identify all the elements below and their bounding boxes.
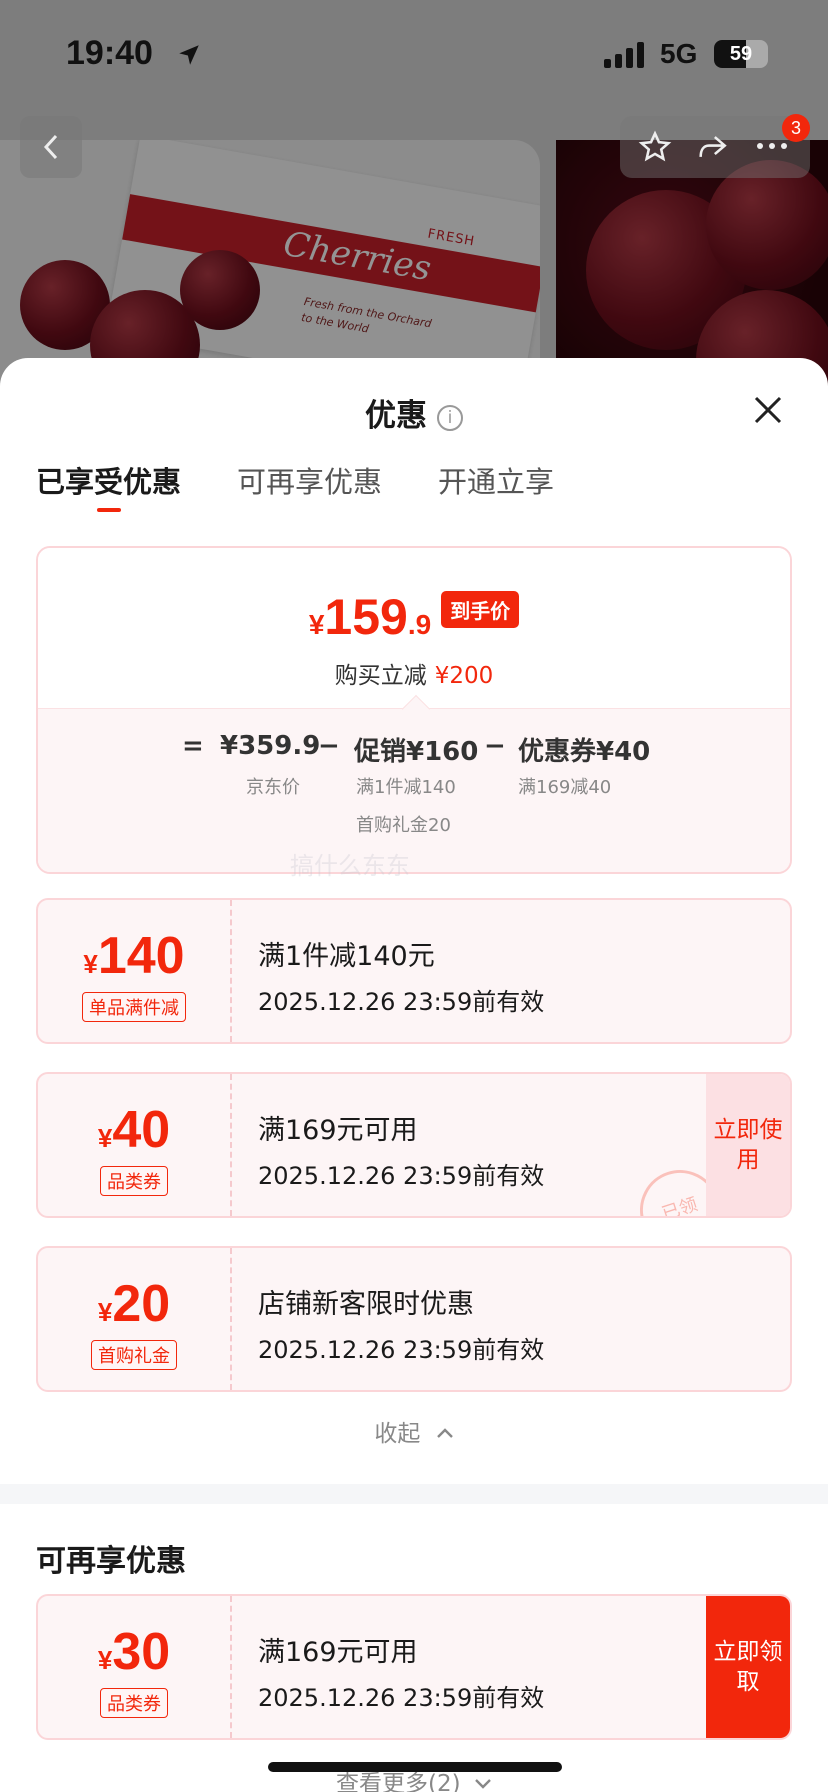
coupon-type-tag: 单品满件减 — [82, 992, 186, 1022]
location-arrow-icon — [179, 45, 199, 65]
coupon-validity: 2025.12.26 23:59前有效 — [258, 988, 545, 1016]
info-icon[interactable]: i — [437, 405, 463, 431]
reduce-amount: ¥200 — [434, 663, 494, 689]
close-icon[interactable] — [752, 394, 784, 426]
formula-minus: − — [484, 731, 506, 761]
final-price-int: 159 — [324, 589, 408, 645]
formula-promo-sub: 满1件减140 — [356, 777, 456, 798]
use-now-button[interactable]: 立即使用 — [706, 1074, 790, 1216]
coupon-condition: 满169元可用 — [258, 1115, 418, 1146]
formula-minus: − — [318, 731, 340, 761]
battery-level: 59 — [729, 43, 753, 65]
view-more-label: 查看更多(2) — [336, 1771, 461, 1792]
chevron-down-icon — [475, 1779, 491, 1789]
coupon-amount: ¥140 — [83, 927, 185, 985]
coupon-card[interactable]: ¥40 品类券 满169元可用 2025.12.26 23:59前有效 已领 立… — [36, 1072, 792, 1218]
final-price-dec: .9 — [407, 609, 432, 640]
battery-icon: 59 — [714, 40, 768, 68]
final-price: ¥159.9 到手价 — [38, 588, 790, 646]
coupon-type-tag: 首购礼金 — [91, 1340, 177, 1370]
discount-sheet: 优惠 i 已享受优惠 可再享优惠 开通立享 ¥159.9 到手价 购买立减 ¥200 … — [0, 358, 828, 1792]
formula-promo-sub: 首购礼金20 — [356, 815, 451, 836]
cart-badge: 3 — [782, 114, 810, 142]
collapse-toggle[interactable]: 收起 — [0, 1414, 828, 1448]
claim-now-button[interactable]: 立即领取 — [706, 1596, 790, 1738]
coupon-type-tag: 品类券 — [100, 1688, 168, 1718]
sheet-title: 优惠 i — [0, 390, 828, 435]
price-summary-card: ¥159.9 到手价 购买立减 ¥200 = ¥359.9 − 促销¥160 − 优… — [36, 546, 792, 874]
formula-promo: 促销¥160 — [354, 737, 479, 767]
section-divider — [0, 1484, 828, 1504]
coupon-card[interactable]: ¥30 品类券 满169元可用 2025.12.26 23:59前有效 立即领取 — [36, 1594, 792, 1740]
coupon-type-tag: 品类券 — [100, 1166, 168, 1196]
coupon-amount: ¥40 — [97, 1101, 171, 1159]
reduce-label: 购买立减 — [334, 663, 427, 689]
final-price-tag: 到手价 — [441, 591, 520, 628]
network-type: 5G — [660, 38, 698, 69]
watermark: 搞什么东东 — [290, 852, 410, 880]
formula-coupon-sub: 满169减40 — [518, 777, 612, 798]
coupon-amount: ¥30 — [97, 1623, 171, 1681]
coupon-condition: 满1件减140元 — [258, 941, 435, 972]
coupon-condition: 满169元可用 — [258, 1637, 418, 1668]
section-title-more: 可再享优惠 — [36, 1544, 186, 1579]
more-icon[interactable] — [752, 136, 792, 156]
coupon-validity: 2025.12.26 23:59前有效 — [258, 1684, 545, 1712]
formula-base-price: ¥359.9 — [220, 731, 321, 761]
chevron-up-icon — [436, 1428, 453, 1438]
coupon-amount: ¥20 — [97, 1275, 171, 1333]
formula-equals: = — [182, 731, 204, 761]
discount-tabs: 已享受优惠 可再享优惠 开通立享 — [36, 462, 554, 512]
tab-activate[interactable]: 开通立享 — [438, 462, 554, 512]
coupon-card[interactable]: ¥20 首购礼金 店铺新客限时优惠 2025.12.26 23:59前有效 — [36, 1246, 792, 1392]
star-icon[interactable] — [638, 130, 672, 164]
cellular-signal-icon — [604, 42, 646, 68]
status-time: 19:40 — [66, 34, 153, 72]
share-icon[interactable] — [694, 130, 730, 164]
formula-base-label: 京东价 — [246, 777, 300, 798]
coupon-card[interactable]: ¥140 单品满件减 满1件减140元 2025.12.26 23:59前有效 — [36, 898, 792, 1044]
chevron-left-icon — [43, 134, 58, 160]
formula-coupon: 优惠券¥40 — [518, 737, 651, 767]
collapse-label: 收起 — [374, 1421, 421, 1447]
coupon-validity: 2025.12.26 23:59前有效 — [258, 1162, 545, 1190]
sheet-title-text: 优惠 — [365, 398, 427, 434]
back-button[interactable] — [20, 116, 82, 178]
status-bar: 19:40 5G 59 — [0, 0, 828, 100]
tab-enjoyed[interactable]: 已享受优惠 — [36, 462, 181, 512]
reduce-row: 购买立减 ¥200 — [38, 656, 790, 690]
tab-more-available[interactable]: 可再享优惠 — [237, 462, 382, 512]
home-indicator[interactable] — [268, 1762, 562, 1772]
coupon-validity: 2025.12.26 23:59前有效 — [258, 1336, 545, 1364]
coupon-condition: 店铺新客限时优惠 — [258, 1289, 474, 1320]
